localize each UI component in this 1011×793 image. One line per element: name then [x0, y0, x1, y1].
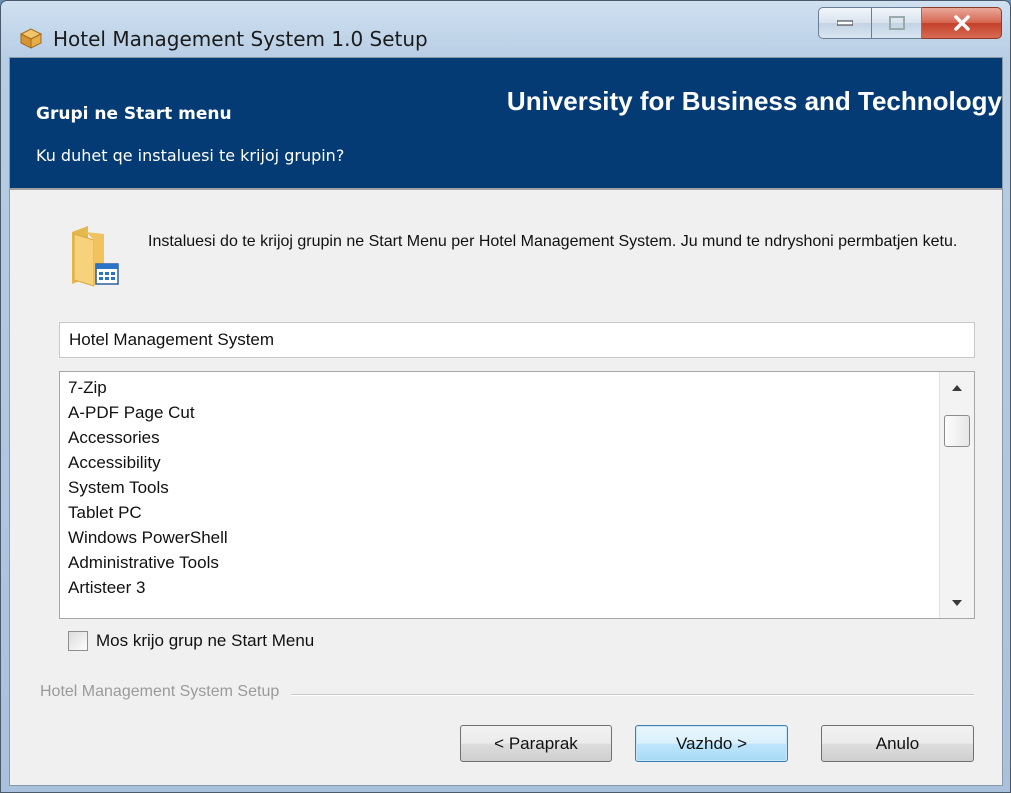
- folder-list-items: 7-Zip A-PDF Page Cut Accessories Accessi…: [68, 375, 228, 600]
- description-text: Instaluesi do te krijoj grupin ne Start …: [148, 233, 958, 250]
- page-subtitle: Ku duhet qe instaluesi te krijoj grupin?: [36, 146, 345, 165]
- header-divider: [10, 188, 1002, 190]
- group-name-input[interactable]: [59, 322, 975, 358]
- scroll-up-arrow-icon[interactable]: [940, 372, 974, 402]
- no-group-checkbox[interactable]: [68, 631, 88, 651]
- next-button[interactable]: Vazhdo >: [635, 725, 788, 762]
- setup-window: Hotel Management System 1.0 Setup Grupi …: [0, 0, 1011, 793]
- folder-list[interactable]: 7-Zip A-PDF Page Cut Accessories Accessi…: [59, 371, 975, 619]
- cancel-button[interactable]: Anulo: [821, 725, 974, 762]
- page-title: Grupi ne Start menu: [36, 104, 232, 124]
- close-button[interactable]: [922, 7, 1002, 39]
- scroll-thumb[interactable]: [944, 415, 970, 447]
- header-band: Grupi ne Start menu Ku duhet qe instalue…: [10, 58, 1002, 188]
- list-item[interactable]: A-PDF Page Cut: [68, 400, 228, 425]
- list-item[interactable]: Accessories: [68, 425, 228, 450]
- list-item[interactable]: Tablet PC: [68, 500, 228, 525]
- list-item[interactable]: Windows PowerShell: [68, 525, 228, 550]
- list-item[interactable]: Accessibility: [68, 450, 228, 475]
- scroll-down-arrow-icon[interactable]: [940, 588, 974, 618]
- caption-buttons: [818, 7, 1002, 41]
- installer-box-icon: [19, 28, 43, 49]
- list-item[interactable]: Artisteer 3: [68, 575, 228, 600]
- no-group-option[interactable]: Mos krijo grup ne Start Menu: [68, 631, 314, 651]
- brand-text: University for Business and Technology: [506, 86, 1002, 116]
- footer-branding: Hotel Management System Setup: [40, 683, 292, 701]
- list-item[interactable]: System Tools: [68, 475, 228, 500]
- title-bar[interactable]: Hotel Management System 1.0 Setup: [1, 1, 1010, 57]
- window-title: Hotel Management System 1.0 Setup: [53, 27, 428, 51]
- close-icon: [953, 15, 970, 31]
- minimize-button[interactable]: [818, 7, 872, 39]
- vertical-scrollbar[interactable]: [939, 372, 974, 618]
- list-item[interactable]: 7-Zip: [68, 375, 228, 400]
- minimize-icon: [837, 20, 853, 26]
- back-button[interactable]: < Paraprak: [460, 725, 612, 762]
- start-menu-folder-icon: [72, 226, 119, 287]
- list-item[interactable]: Administrative Tools: [68, 550, 228, 575]
- no-group-checkbox-label[interactable]: Mos krijo grup ne Start Menu: [96, 631, 314, 651]
- maximize-icon: [888, 16, 905, 30]
- maximize-button[interactable]: [872, 7, 922, 39]
- wizard-client-area: Grupi ne Start menu Ku duhet qe instalue…: [9, 57, 1003, 786]
